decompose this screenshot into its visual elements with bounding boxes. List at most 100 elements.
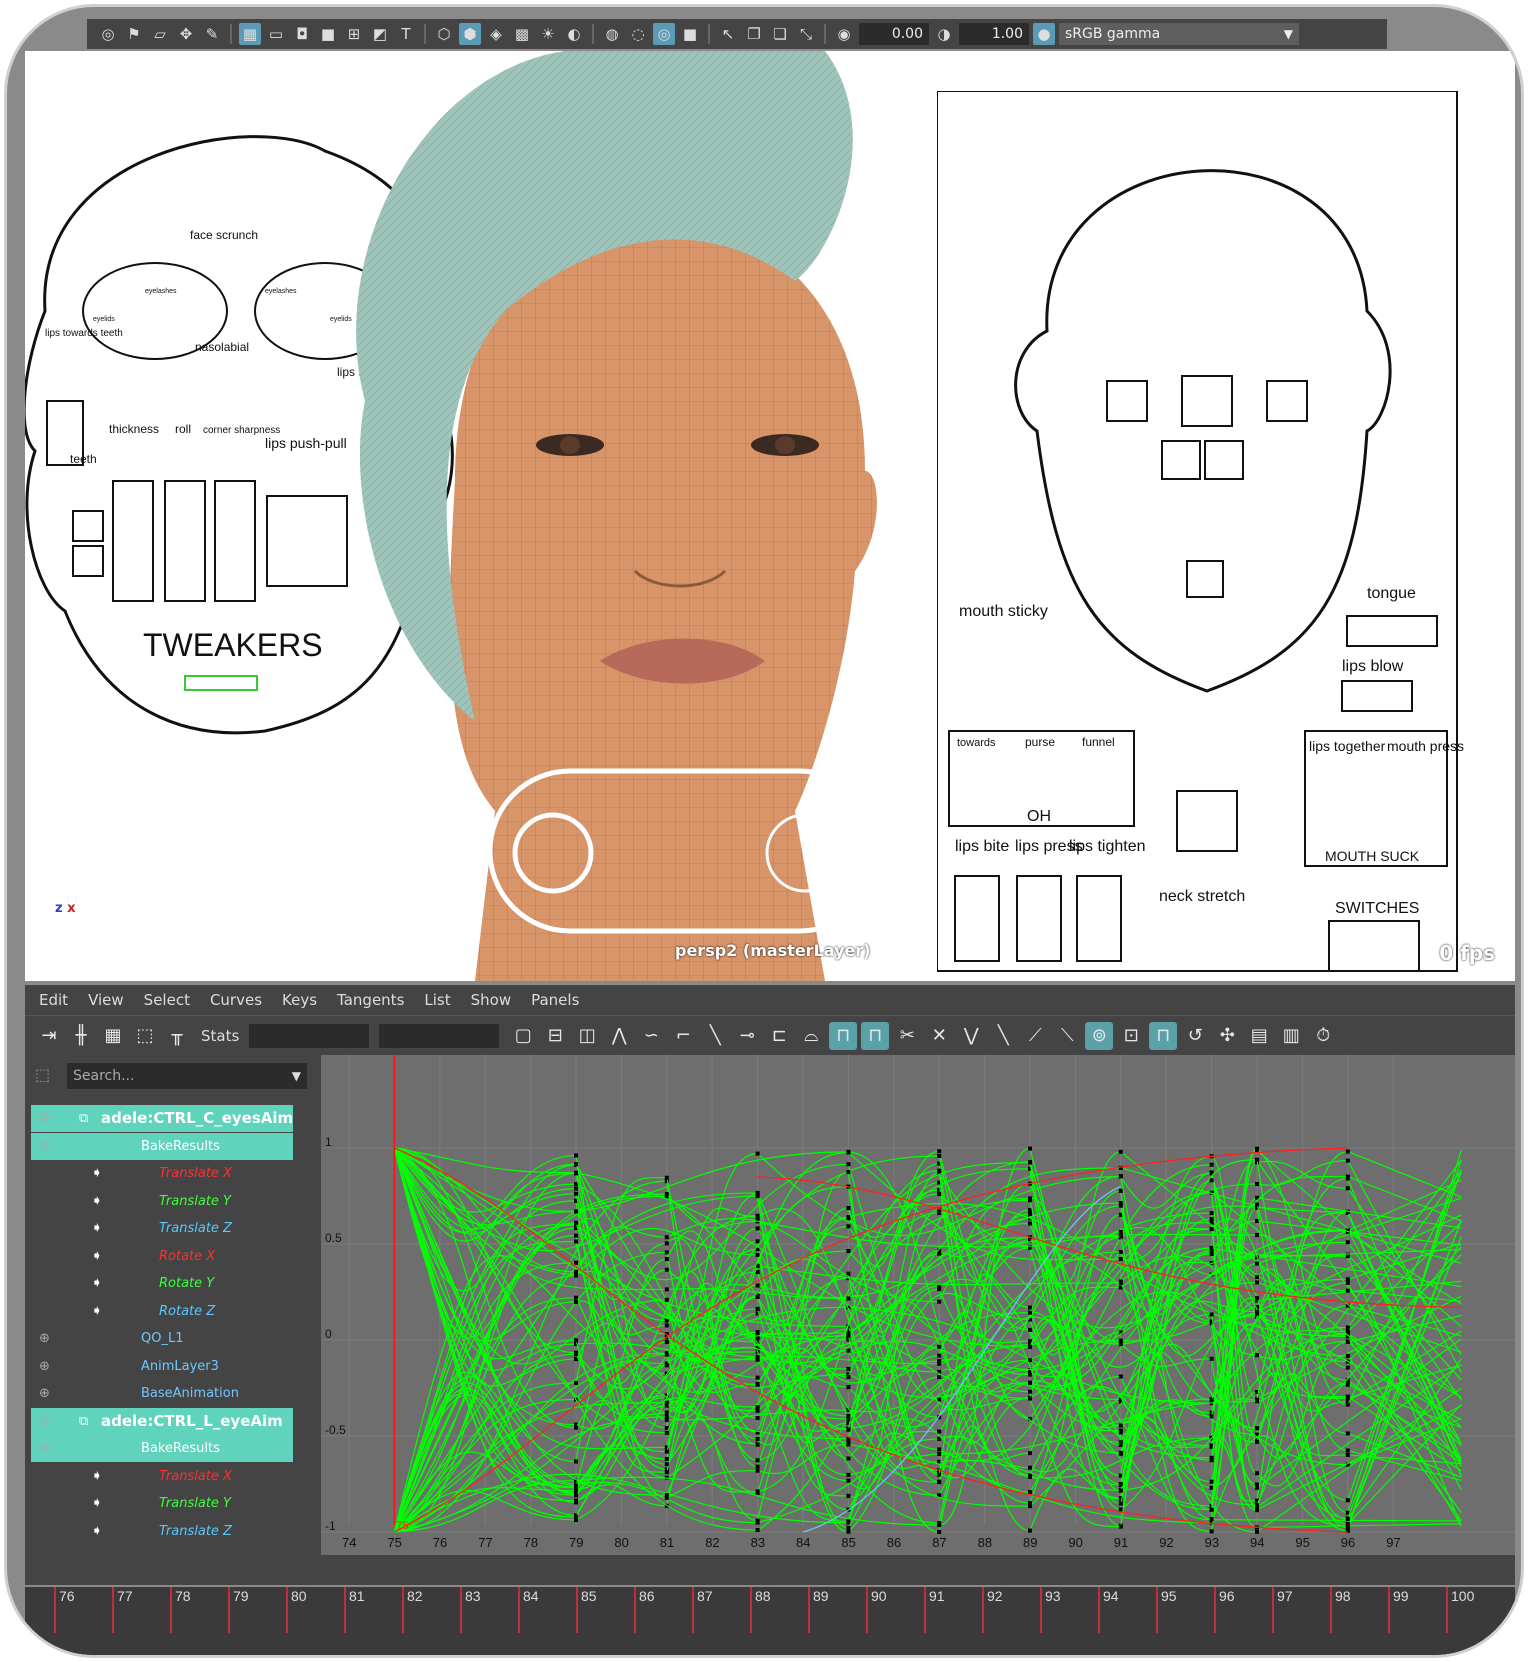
pan-zoom-icon[interactable]: ✥ xyxy=(175,23,197,45)
step-tangent-icon[interactable]: ⊏ xyxy=(765,1022,793,1050)
menu-tangents[interactable]: Tangents xyxy=(337,991,404,1009)
frame-all-icon[interactable]: ▢ xyxy=(509,1022,537,1050)
curve-graph[interactable]: 74 75 76 77 78 79 80 81 82 83 84 85 86 87 88 89 90 91 92 93… xyxy=(321,1055,1515,1555)
retime-icon[interactable]: ╥ xyxy=(163,1022,191,1050)
outliner-row[interactable]: ➧ Translate Z xyxy=(31,1215,293,1242)
gamma-icon[interactable]: ◑ xyxy=(933,23,955,45)
colorspace-dropdown[interactable]: sRGB gamma ▼ xyxy=(1059,23,1299,45)
expand-icon[interactable]: ⊖ xyxy=(39,1133,50,1160)
gate-mask-icon[interactable]: ■ xyxy=(317,23,339,45)
gamma-field[interactable]: 1.00 xyxy=(959,23,1029,45)
outliner-row[interactable]: ➧ Translate Y xyxy=(31,1490,293,1517)
outliner-row[interactable]: ➧ Rotate X xyxy=(31,1243,293,1270)
select-camera-icon[interactable]: ◎ xyxy=(97,23,119,45)
filter-icon[interactable]: ⬚ xyxy=(35,1065,50,1084)
plateau-tangent-icon[interactable]: ⌓ xyxy=(797,1022,825,1050)
linear-tangent-icon[interactable]: ╲ xyxy=(701,1022,729,1050)
menu-show[interactable]: Show xyxy=(471,991,511,1009)
in-tangent-icon[interactable]: ⊓ xyxy=(829,1021,858,1050)
swap-buffer-icon[interactable]: ⟍ xyxy=(1053,1022,1081,1050)
expand-icon[interactable]: ⊖ xyxy=(39,1105,50,1132)
free-tangent-weight-icon[interactable]: ⋁ xyxy=(957,1022,985,1050)
frame-playback-icon[interactable]: ◫ xyxy=(573,1022,601,1050)
grease-pencil-icon[interactable]: ✎ xyxy=(201,23,223,45)
outliner-row[interactable]: ➧ Translate X xyxy=(31,1160,293,1187)
unify-tangents-icon[interactable]: ✕ xyxy=(925,1022,953,1050)
xray-joints-icon[interactable]: ◌ xyxy=(627,23,649,45)
outliner-row[interactable]: ⊖ ⧉ adele:CTRL_C_eyesAim xyxy=(31,1105,293,1132)
outliner-row[interactable]: ➧ Rotate Z xyxy=(31,1298,293,1325)
spline-tangent-icon[interactable]: ∽ xyxy=(637,1022,665,1050)
resize-icon[interactable]: ⤡ xyxy=(795,23,817,45)
menu-panels[interactable]: Panels xyxy=(531,991,579,1009)
snap-icon[interactable]: ⊓ xyxy=(1149,1021,1178,1050)
normalize-icon[interactable]: ⊚ xyxy=(1085,1021,1114,1050)
auto-tangent-icon[interactable]: ⋀ xyxy=(605,1022,633,1050)
lattice-deform-icon[interactable]: ▦ xyxy=(99,1022,127,1050)
stats-value-field[interactable] xyxy=(379,1023,500,1048)
outliner-row[interactable]: ➧ Rotate Y xyxy=(31,1270,293,1297)
outliner-row[interactable]: ➧ Translate Y xyxy=(31,1188,293,1215)
film-gate-icon[interactable]: ▭ xyxy=(265,23,287,45)
menu-curves[interactable]: Curves xyxy=(210,991,262,1009)
outliner-row[interactable]: ➧ Translate X xyxy=(31,1463,293,1490)
safe-action-icon[interactable]: ◩ xyxy=(369,23,391,45)
default-material-icon[interactable]: ◈ xyxy=(485,23,507,45)
buffer-curve-icon[interactable]: ⟋ xyxy=(1021,1022,1049,1050)
grid-icon[interactable]: ▦ xyxy=(239,23,261,45)
expand-icon[interactable]: ⊕ xyxy=(39,1325,50,1352)
bookmark-icon[interactable]: ⚑ xyxy=(123,23,145,45)
outliner-row[interactable]: ⊕ BaseAnimation xyxy=(31,1380,293,1407)
exposure-field[interactable]: 0.00 xyxy=(859,23,929,45)
dope-sheet-icon[interactable]: ▤ xyxy=(1245,1022,1273,1050)
xray-icon[interactable]: ◍ xyxy=(601,23,623,45)
expand-icon[interactable]: ⊕ xyxy=(39,1380,50,1407)
frame-selection-icon[interactable]: ⊟ xyxy=(541,1022,569,1050)
lock-tangent-weight-icon[interactable]: ╲ xyxy=(989,1022,1017,1050)
3d-viewport[interactable]: TWEAKERS face scrunch eyelashes eyelids … xyxy=(25,51,1515,981)
outliner-row[interactable]: ⊖ BakeResults xyxy=(31,1132,293,1160)
pre-infinity-icon[interactable]: ↺ xyxy=(1181,1022,1209,1050)
clamped-tangent-icon[interactable]: ⌐ xyxy=(669,1022,697,1050)
image-plane-icon[interactable]: ▱ xyxy=(149,23,171,45)
menu-edit[interactable]: Edit xyxy=(39,991,68,1009)
menu-list[interactable]: List xyxy=(424,991,450,1009)
gray-square-icon[interactable]: ■ xyxy=(679,23,701,45)
color-management-icon[interactable]: ● xyxy=(1033,23,1055,45)
smooth-shade-icon[interactable]: ⬢ xyxy=(459,23,481,45)
expand-icon[interactable]: ⊖ xyxy=(39,1435,50,1462)
out-tangent-icon[interactable]: ⊓ xyxy=(861,1021,890,1050)
move-key-icon[interactable]: ⇥ xyxy=(35,1022,63,1050)
outliner-row[interactable]: ➧ Translate Z xyxy=(31,1518,293,1545)
textured-icon[interactable]: ▩ xyxy=(511,23,533,45)
expand-icon[interactable]: ⊖ xyxy=(39,1408,50,1435)
search-input[interactable]: Search... ▼ xyxy=(67,1063,307,1089)
stats-time-field[interactable] xyxy=(249,1023,370,1048)
safe-title-icon[interactable]: T xyxy=(395,23,417,45)
denormalize-icon[interactable]: ⊡ xyxy=(1117,1022,1145,1050)
insert-key-icon[interactable]: ╫ xyxy=(67,1022,95,1050)
layers-icon[interactable]: ❏ xyxy=(769,23,791,45)
break-tangents-icon[interactable]: ✂ xyxy=(893,1022,921,1050)
wireframe-icon[interactable]: ⬡ xyxy=(433,23,455,45)
expand-icon[interactable]: ⊕ xyxy=(39,1353,50,1380)
outliner-row[interactable]: ⊖ BakeResults xyxy=(31,1435,293,1462)
copy-icon[interactable]: ❐ xyxy=(743,23,765,45)
lights-icon[interactable]: ☀ xyxy=(537,23,559,45)
time-editor-icon[interactable]: ⏱ xyxy=(1309,1022,1337,1050)
exposure-icon[interactable]: ◉ xyxy=(833,23,855,45)
post-infinity-icon[interactable]: ✣ xyxy=(1213,1022,1241,1050)
region-select-icon[interactable]: ⬚ xyxy=(131,1022,159,1050)
field-chart-icon[interactable]: ⊞ xyxy=(343,23,365,45)
menu-select[interactable]: Select xyxy=(144,991,190,1009)
select-cursor-icon[interactable]: ↖ xyxy=(717,23,739,45)
shadows-icon[interactable]: ◐ xyxy=(563,23,585,45)
menu-view[interactable]: View xyxy=(88,991,124,1009)
outliner-row[interactable]: ⊕ QO_L1 xyxy=(31,1325,293,1352)
flat-tangent-icon[interactable]: ⊸ xyxy=(733,1022,761,1050)
outliner-row[interactable]: ⊕ AnimLayer3 xyxy=(31,1353,293,1380)
resolution-gate-icon[interactable]: ◘ xyxy=(291,23,313,45)
outliner-row[interactable]: ⊖ ⧉ adele:CTRL_L_eyeAim xyxy=(31,1407,293,1435)
trax-editor-icon[interactable]: ▥ xyxy=(1277,1022,1305,1050)
menu-keys[interactable]: Keys xyxy=(282,991,317,1009)
